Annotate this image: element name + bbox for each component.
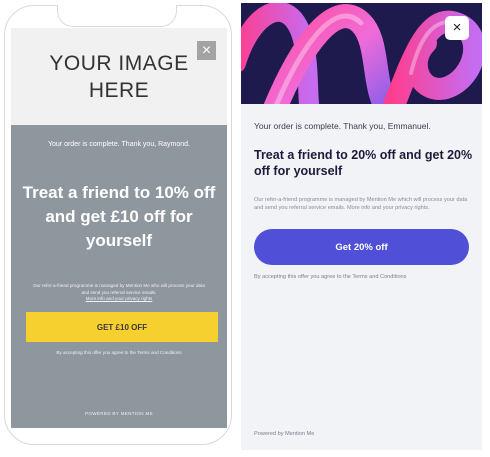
phone-notch bbox=[57, 5, 177, 27]
powered-by: POWERED BY MENTION ME bbox=[85, 411, 153, 416]
get-discount-button[interactable]: Get 20% off bbox=[254, 229, 469, 265]
image-placeholder: YOUR IMAGE HERE bbox=[11, 28, 227, 125]
image-placeholder-label: YOUR IMAGE HERE bbox=[49, 51, 189, 102]
privacy-notice: Our refer-a-friend programme is managed … bbox=[31, 283, 207, 303]
powered-by: Powered by Mention Me bbox=[254, 431, 315, 437]
privacy-notice: Our refer-a-friend programme is managed … bbox=[254, 197, 468, 211]
offer-headline: Treat a friend to 10% off and get £10 of… bbox=[22, 183, 216, 250]
referral-popup: × Your order is complete. Thank you, Emm… bbox=[241, 3, 482, 450]
privacy-text: Our refer-a-friend programme is managed … bbox=[33, 283, 205, 295]
close-icon[interactable]: × bbox=[445, 16, 469, 40]
privacy-link[interactable]: More info and your privacy rights bbox=[86, 296, 153, 301]
close-icon[interactable]: × bbox=[197, 41, 216, 60]
thanks-message: Your order is complete. Thank you, Raymo… bbox=[47, 141, 191, 148]
offer-headline: Treat a friend to 20% off and get 20% of… bbox=[254, 148, 473, 178]
thanks-message: Your order is complete. Thank you, Emman… bbox=[254, 121, 431, 131]
phone-screen: YOUR IMAGE HERE × Your order is complete… bbox=[11, 28, 227, 428]
terms-text: By accepting this offer you agree to the… bbox=[56, 350, 182, 355]
offer-panel: Your order is complete. Thank you, Raymo… bbox=[11, 125, 227, 428]
terms-text: By accepting this offer you agree to the… bbox=[254, 274, 407, 280]
phone-mockup: YOUR IMAGE HERE × Your order is complete… bbox=[4, 5, 232, 445]
get-discount-button[interactable]: GET £10 OFF bbox=[26, 312, 218, 342]
